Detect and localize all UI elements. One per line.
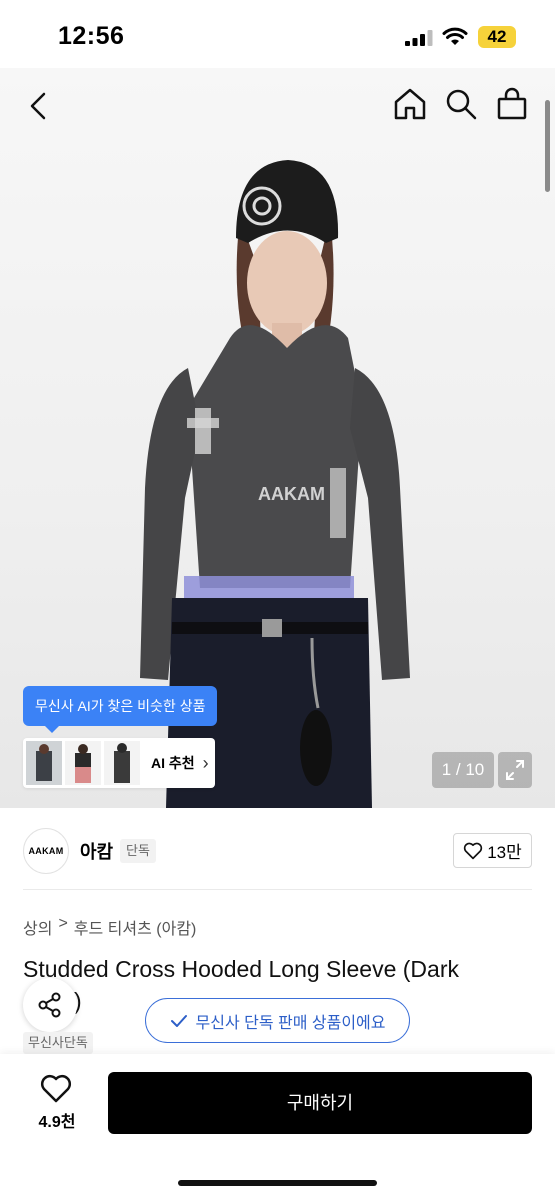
brand-name[interactable]: 아캄 (80, 838, 113, 864)
product-title: Studded Cross Hooded Long Sleeve (Dark (23, 956, 459, 982)
divider (23, 889, 532, 890)
ai-recommend-button[interactable]: AI 추천 › (23, 738, 215, 788)
breadcrumb-subcategory[interactable]: 후드 티셔츠 (아캄) (74, 915, 197, 939)
wifi-icon (442, 27, 468, 45)
breadcrumb-category[interactable]: 상의 (23, 915, 52, 939)
page-scrollbar[interactable] (545, 100, 550, 192)
similar-product-thumb[interactable] (104, 741, 140, 785)
similar-product-thumb[interactable] (26, 741, 62, 785)
wishlist-heart-icon[interactable] (40, 1074, 72, 1104)
exclusive-notice-pill: 무신사 단독 판매 상품이에요 (145, 998, 410, 1043)
expand-image-button[interactable] (498, 752, 532, 788)
heart-icon (464, 842, 483, 859)
share-button[interactable] (23, 978, 77, 1032)
status-bar: 12:56 42 (0, 0, 555, 76)
share-icon (38, 992, 61, 1018)
wishlist-count: 4.9천 (38, 1114, 76, 1131)
svg-text:AAKAM: AAKAM (258, 484, 325, 504)
exclusive-notice-text: 무신사 단독 판매 상품이에요 (195, 1014, 386, 1032)
search-icon[interactable] (443, 86, 479, 122)
brand-like-button[interactable]: 13만 (453, 833, 532, 868)
exclusive-badge: 단독 (120, 839, 156, 863)
home-icon[interactable] (392, 86, 428, 122)
battery-indicator: 42 (478, 26, 516, 48)
breadcrumb-separator: > (58, 915, 68, 932)
expand-icon (506, 760, 524, 780)
back-arrow-icon[interactable] (22, 88, 58, 124)
cellular-signal-icon (405, 30, 433, 46)
ai-recommend-label: AI 추천 (151, 755, 195, 771)
chevron-right-icon: › (202, 752, 209, 773)
home-indicator (178, 1180, 377, 1186)
exclusive-tag: 무신사단독 (23, 1032, 93, 1054)
ai-similar-products-tooltip: 무신사 AI가 찾은 비슷한 상품 (23, 686, 218, 733)
check-icon (170, 1014, 187, 1027)
like-count: 13만 (487, 843, 522, 862)
shopping-bag-icon[interactable] (494, 86, 530, 122)
brand-logo[interactable]: AAKAM (23, 828, 69, 874)
buy-button[interactable]: 구매하기 (108, 1072, 532, 1134)
breadcrumb: 상의 > 후드 티셔츠 (아캄) (23, 915, 196, 939)
similar-product-thumb[interactable] (65, 741, 101, 785)
image-counter: 1 / 10 (432, 752, 494, 788)
status-time: 12:56 (58, 22, 125, 50)
